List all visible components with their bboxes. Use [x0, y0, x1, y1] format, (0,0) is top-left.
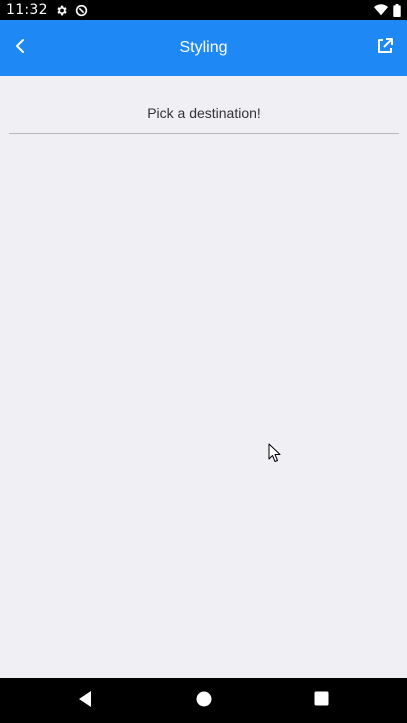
wifi-icon [374, 4, 388, 16]
recents-square-icon [314, 691, 329, 711]
destination-picker[interactable]: Pick a destination! [9, 93, 399, 134]
app-bar: Styling [0, 20, 407, 76]
gear-icon [55, 4, 68, 17]
home-circle-icon [196, 691, 212, 712]
nav-recents-button[interactable] [310, 690, 332, 712]
nav-home-button[interactable] [193, 690, 215, 712]
nav-back-button[interactable] [74, 690, 96, 712]
battery-icon [393, 3, 401, 17]
status-time: 11:32 [6, 2, 48, 18]
mouse-pointer-icon [268, 443, 282, 468]
status-bar: 11:32 [0, 0, 407, 20]
picker-placeholder: Pick a destination! [147, 105, 261, 121]
open-external-button[interactable] [371, 34, 399, 62]
navigation-bar [0, 678, 407, 723]
back-triangle-icon [77, 690, 93, 713]
page-title: Styling [179, 39, 228, 56]
data-saver-icon [75, 4, 88, 17]
open-external-icon [376, 37, 394, 60]
